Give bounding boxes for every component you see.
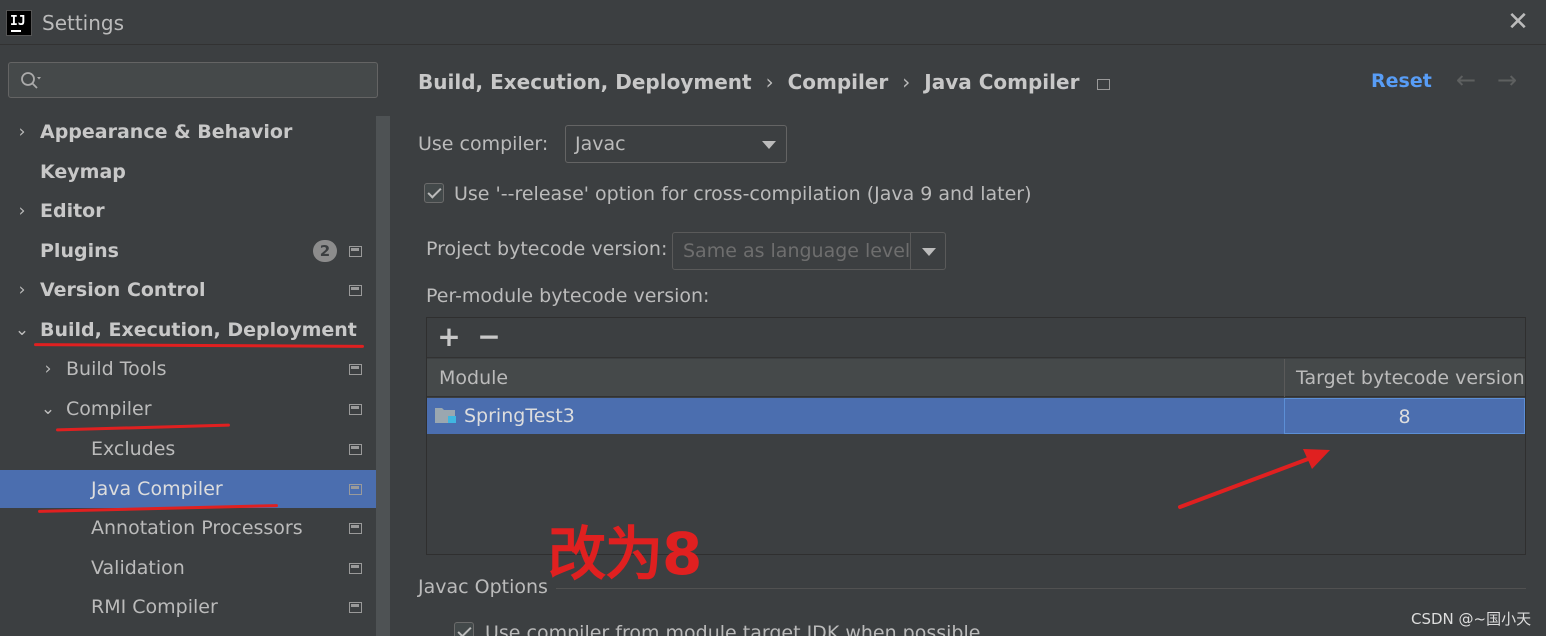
breadcrumb-separator: › [902, 70, 911, 94]
module-name-cell[interactable]: SpringTest3 [464, 398, 575, 434]
search-icon [21, 72, 41, 89]
chevron-down-icon[interactable]: ⌄ [14, 311, 30, 349]
project-level-icon [1097, 79, 1111, 90]
chevron-right-icon[interactable]: › [40, 350, 56, 388]
project-bytecode-select[interactable]: Same as language level [672, 232, 946, 270]
project-level-icon [349, 563, 362, 574]
tree-item-keymap[interactable]: Keymap [0, 153, 376, 191]
close-icon[interactable]: ✕ [1504, 8, 1532, 36]
tree-item-java-compiler[interactable]: Java Compiler [0, 470, 390, 508]
window-title: Settings [42, 11, 125, 35]
tree-item-editor[interactable]: › Editor [0, 192, 376, 230]
tree-item-validation[interactable]: Validation [0, 549, 376, 587]
per-module-bytecode-label: Per-module bytecode version: [426, 285, 710, 307]
tree-item-appearance-behavior[interactable]: › Appearance & Behavior [0, 113, 376, 151]
search-box[interactable] [8, 62, 378, 98]
module-target-jdk-label[interactable]: Use compiler from module target JDK when… [485, 622, 980, 636]
module-folder-icon [435, 408, 456, 423]
breadcrumb-item[interactable]: Build, Execution, Deployment [418, 70, 752, 94]
plugins-update-badge: 2 [313, 240, 337, 262]
forward-arrow-icon[interactable]: → [1497, 66, 1517, 94]
project-level-icon [349, 364, 362, 375]
release-option-checkbox[interactable] [424, 183, 444, 203]
project-bytecode-value: Same as language level [683, 240, 911, 262]
watermark: CSDN @~国小天 [1411, 610, 1532, 628]
back-arrow-icon[interactable]: ← [1456, 66, 1476, 94]
project-level-icon [349, 285, 362, 296]
module-target-jdk-checkbox[interactable] [454, 622, 474, 636]
add-icon[interactable]: + [435, 322, 463, 352]
table-header: Module Target bytecode version [427, 359, 1525, 397]
tree-item-version-control[interactable]: › Version Control [0, 271, 376, 309]
dropdown-caret-icon [762, 141, 776, 149]
column-divider[interactable] [1284, 359, 1285, 397]
search-input[interactable] [49, 67, 369, 93]
use-compiler-select[interactable]: Javac [565, 125, 787, 163]
release-option-label[interactable]: Use '--release' option for cross-compila… [454, 183, 1031, 205]
tree-item-rmi-compiler[interactable]: RMI Compiler [0, 588, 376, 626]
project-level-icon [349, 484, 362, 495]
combo-divider [910, 233, 911, 269]
project-level-icon [349, 602, 362, 613]
chevron-right-icon[interactable]: › [14, 192, 30, 230]
settings-sidebar: › Appearance & Behavior Keymap › Editor … [0, 46, 390, 636]
breadcrumb-item[interactable]: Compiler [788, 70, 889, 94]
column-header-target-bytecode[interactable]: Target bytecode version [1296, 359, 1525, 397]
reset-link[interactable]: Reset [1371, 70, 1432, 92]
annotation-text: 改为8 [548, 520, 702, 588]
dropdown-caret-icon[interactable] [922, 248, 936, 256]
use-compiler-label: Use compiler: [418, 133, 549, 155]
breadcrumb-separator: › [765, 70, 774, 94]
use-compiler-value: Javac [575, 133, 626, 155]
breadcrumb: Build, Execution, Deployment › Compiler › Ja… [418, 70, 1111, 94]
breadcrumb-item: Java Compiler [924, 70, 1080, 94]
target-bytecode-cell[interactable]: 8 [1284, 398, 1525, 434]
project-level-icon [349, 444, 362, 455]
tree-item-plugins[interactable]: Plugins 2 [0, 232, 376, 270]
chevron-right-icon[interactable]: › [14, 271, 30, 309]
table-toolbar: + − [427, 318, 1525, 358]
section-divider [556, 588, 1526, 589]
tree-item-build-tools[interactable]: › Build Tools [0, 350, 376, 388]
javac-options-title: Javac Options [418, 576, 548, 598]
project-level-icon [349, 523, 362, 534]
tree-item-excludes[interactable]: Excludes [0, 430, 376, 468]
sidebar-scrollbar[interactable] [376, 116, 390, 636]
column-header-module[interactable]: Module [439, 359, 508, 397]
remove-icon[interactable]: − [475, 322, 503, 352]
project-bytecode-label: Project bytecode version: [426, 238, 668, 260]
project-level-icon [349, 246, 362, 257]
chevron-right-icon[interactable]: › [14, 113, 30, 151]
table-row[interactable]: SpringTest3 8 [427, 398, 1525, 434]
title-bar: IJ Settings ✕ [0, 0, 1546, 45]
project-level-icon [349, 404, 362, 415]
intellij-logo-icon: IJ [6, 10, 32, 36]
tree-item-annotation-processors[interactable]: Annotation Processors [0, 509, 376, 547]
tree-item-compiler[interactable]: ⌄ Compiler [0, 390, 376, 428]
chevron-down-icon[interactable]: ⌄ [40, 390, 56, 428]
